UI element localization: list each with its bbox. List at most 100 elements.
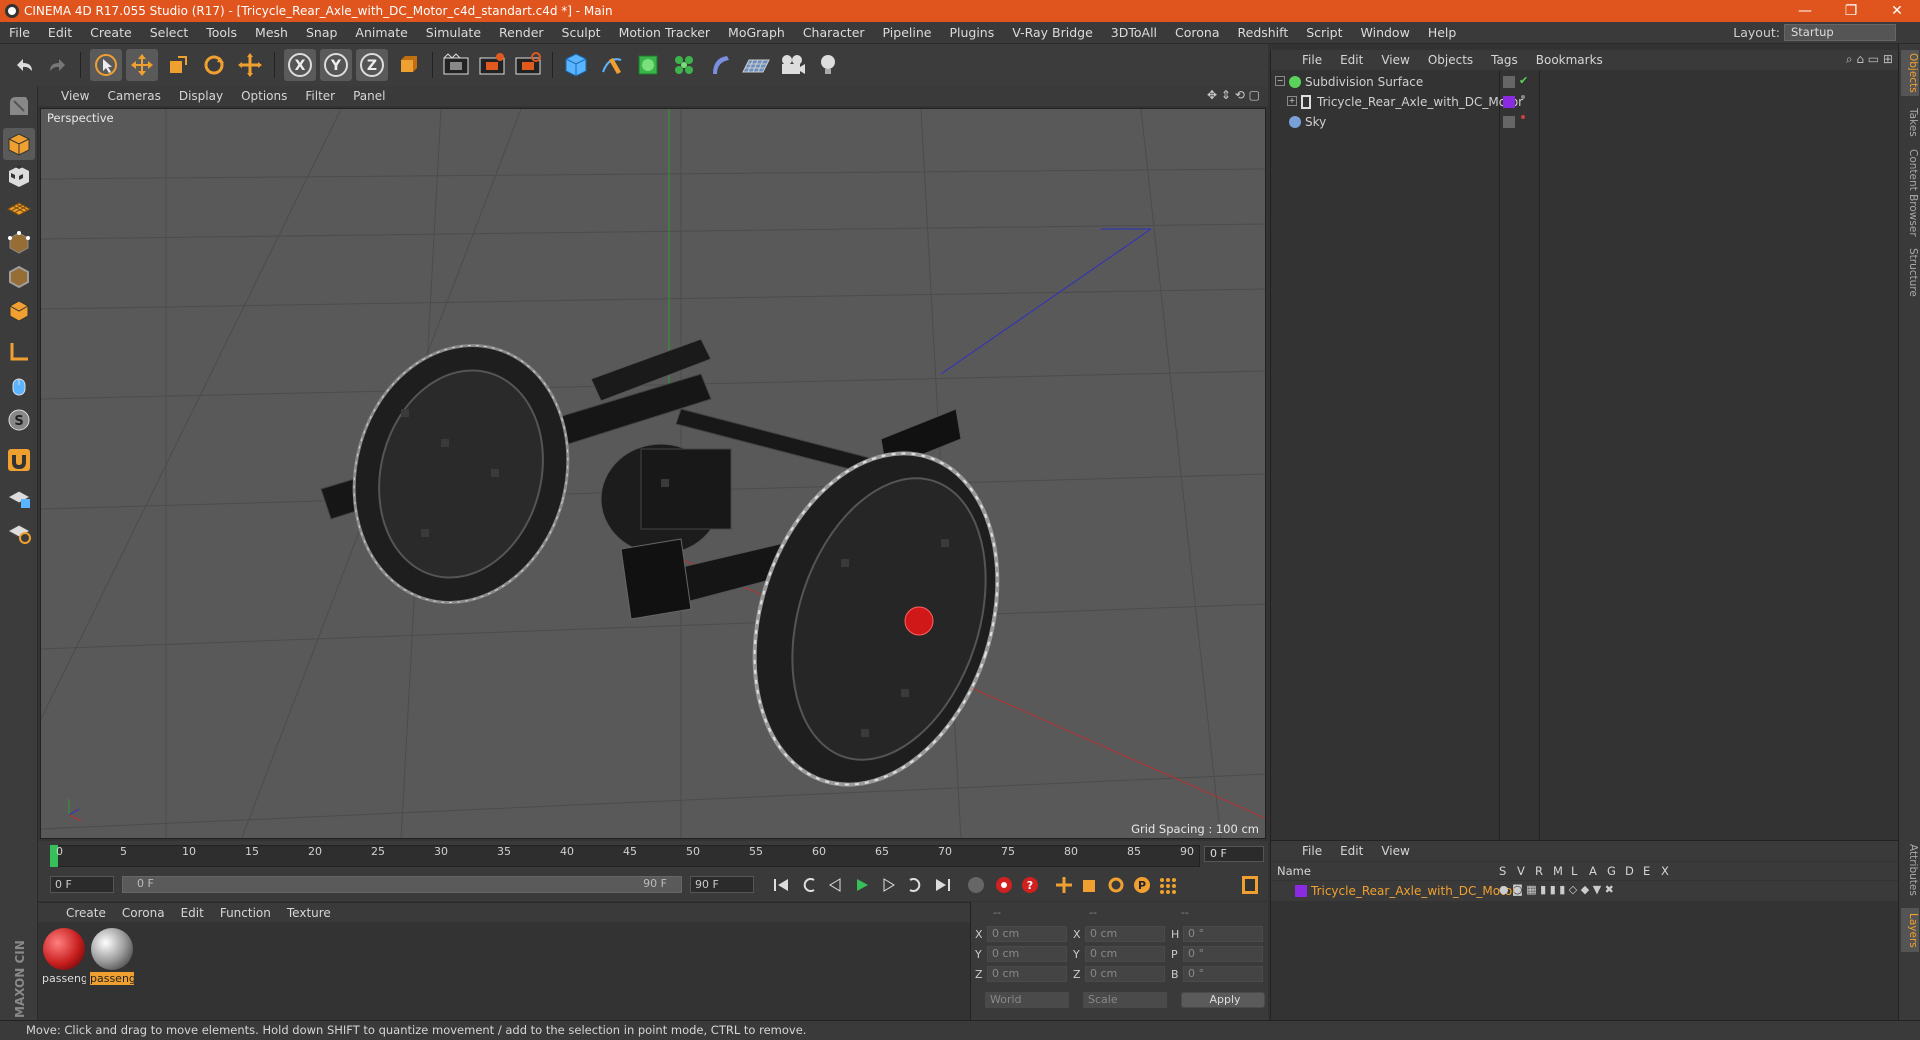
tab-objects[interactable]: Objects [1901, 50, 1919, 96]
deformer-bend-icon[interactable] [704, 49, 736, 81]
menu-simulate[interactable]: Simulate [417, 25, 490, 40]
model-mode-icon[interactable] [3, 128, 35, 160]
viewport-menu-display[interactable]: Display [170, 89, 232, 103]
menu-sculpt[interactable]: Sculpt [553, 25, 610, 40]
key-scale-icon[interactable] [1078, 874, 1102, 896]
size-z-field[interactable]: 0 cm [1085, 966, 1165, 982]
subdivision-surface-icon[interactable] [632, 49, 664, 81]
key-point-level-icon[interactable] [1156, 874, 1180, 896]
size-mode-select[interactable]: Scale [1083, 992, 1167, 1008]
viewport-menu-options[interactable]: Options [232, 89, 296, 103]
position-x-field[interactable]: 0 cm [987, 926, 1067, 942]
rotation-h-field[interactable]: 0 ° [1183, 926, 1263, 942]
object-row-tricycle[interactable]: + Tricycle_Rear_Axle_with_DC_Motor [1271, 92, 1899, 112]
start-frame-field[interactable]: 0 F [50, 876, 114, 893]
menu-vray-bridge[interactable]: V-Ray Bridge [1003, 25, 1102, 40]
close-button[interactable]: ✕ [1874, 0, 1920, 22]
material-menu-texture[interactable]: Texture [279, 906, 339, 920]
pen-spline-icon[interactable] [596, 49, 628, 81]
object-row-sky[interactable]: Sky [1271, 112, 1899, 132]
object-menu-edit[interactable]: Edit [1331, 53, 1372, 67]
tab-layers[interactable]: Layers [1901, 908, 1919, 952]
render-view-icon[interactable] [440, 49, 472, 81]
go-to-end-icon[interactable] [930, 874, 954, 896]
key-parameter-icon[interactable]: P [1130, 874, 1154, 896]
select-arrow-icon[interactable] [90, 49, 122, 81]
record-active-objects-icon[interactable] [992, 874, 1016, 896]
coordinate-space-select[interactable]: World [985, 992, 1069, 1008]
rotation-b-field[interactable]: 0 ° [1183, 966, 1263, 982]
object-menu-objects[interactable]: Objects [1419, 53, 1482, 67]
tab-structure[interactable]: Structure [1901, 244, 1919, 300]
menu-corona[interactable]: Corona [1166, 25, 1228, 40]
layer-color-swatch[interactable] [1503, 96, 1515, 108]
polygons-mode-icon[interactable] [3, 294, 35, 326]
move-tool-icon[interactable] [126, 49, 158, 81]
maximize-button[interactable]: ❐ [1828, 0, 1874, 22]
layer-tag-icon[interactable] [1503, 116, 1515, 128]
menu-file[interactable]: File [0, 25, 39, 40]
material-swatch[interactable]: passeng [42, 928, 86, 988]
mograph-cloner-icon[interactable] [668, 49, 700, 81]
layout-select[interactable]: Startup [1784, 24, 1896, 41]
material-swatch-selected[interactable]: passeng [90, 928, 134, 988]
menu-select[interactable]: Select [141, 25, 198, 40]
grid-snap-icon[interactable] [3, 516, 35, 548]
key-rotation-icon[interactable] [1104, 874, 1128, 896]
points-mode-icon[interactable] [3, 226, 35, 258]
axis-x-lock-button[interactable]: X [284, 49, 316, 81]
transform-tool-icon[interactable] [234, 49, 266, 81]
size-x-field[interactable]: 0 cm [1085, 926, 1165, 942]
magnet-snap-icon[interactable] [3, 444, 35, 476]
edges-mode-icon[interactable] [3, 260, 35, 292]
grid-lock-icon[interactable] [3, 482, 35, 514]
make-editable-icon[interactable] [3, 90, 35, 122]
previous-keyframe-icon[interactable] [798, 874, 822, 896]
menu-help[interactable]: Help [1419, 25, 1466, 40]
menu-script[interactable]: Script [1297, 25, 1351, 40]
viewport-navigation-icons[interactable]: ✥ ⇕ ⟲ ▢ [1207, 88, 1260, 102]
position-z-field[interactable]: 0 cm [987, 966, 1067, 982]
next-keyframe-icon[interactable] [902, 874, 926, 896]
workplane-mode-icon[interactable] [3, 192, 35, 224]
key-position-icon[interactable] [1052, 874, 1076, 896]
layer-toggle-icons[interactable]: ● ◙ ▦ ▮ ▮ ▮ ◇ ◆ ▼ ✖ [1499, 883, 1614, 896]
menu-mesh[interactable]: Mesh [246, 25, 297, 40]
material-menu-corona[interactable]: Corona [114, 906, 173, 920]
render-settings-icon[interactable] [512, 49, 544, 81]
menu-motion-tracker[interactable]: Motion Tracker [610, 25, 719, 40]
render-to-picture-viewer-icon[interactable] [476, 49, 508, 81]
menu-animate[interactable]: Animate [346, 25, 416, 40]
snap-settings-icon[interactable]: S [3, 404, 35, 436]
material-menu-function[interactable]: Function [212, 906, 279, 920]
apply-button[interactable]: Apply [1181, 992, 1265, 1008]
layer-color-swatch[interactable] [1295, 885, 1307, 897]
cube-primitive-icon[interactable] [560, 49, 592, 81]
menu-pipeline[interactable]: Pipeline [874, 25, 941, 40]
menu-3dtoall[interactable]: 3DToAll [1102, 25, 1166, 40]
rotation-p-field[interactable]: 0 ° [1183, 946, 1263, 962]
menu-tools[interactable]: Tools [197, 25, 246, 40]
tweak-mode-icon[interactable] [3, 370, 35, 402]
tab-attributes[interactable]: Attributes [1901, 840, 1919, 900]
scale-tool-icon[interactable] [162, 49, 194, 81]
timeline-layout-icon[interactable] [1238, 874, 1262, 896]
viewport-menu-filter[interactable]: Filter [296, 89, 344, 103]
camera-icon[interactable] [776, 49, 808, 81]
material-menu-create[interactable]: Create [58, 906, 114, 920]
layer-row[interactable]: Tricycle_Rear_Axle_with_DC_Motor ● ◙ ▦ ▮… [1271, 881, 1899, 901]
axis-y-lock-button[interactable]: Y [320, 49, 352, 81]
timeline-ruler[interactable]: 0 5 10 15 20 25 30 35 40 45 50 55 60 65 … [38, 841, 1268, 869]
undo-icon[interactable] [8, 49, 40, 81]
minimize-button[interactable]: — [1782, 0, 1828, 22]
layer-tag-icon[interactable] [1503, 76, 1515, 88]
next-frame-icon[interactable] [876, 874, 900, 896]
object-row-subdivision-surface[interactable]: − Subdivision Surface ✔ [1271, 72, 1899, 92]
play-forward-icon[interactable] [850, 874, 874, 896]
autokeying-icon[interactable]: ? [1018, 874, 1042, 896]
menu-edit[interactable]: Edit [39, 25, 81, 40]
axis-mode-icon[interactable] [3, 336, 35, 368]
end-frame-field[interactable]: 90 F [690, 876, 754, 893]
coordinate-system-icon[interactable] [392, 49, 424, 81]
material-menu-edit[interactable]: Edit [173, 906, 212, 920]
